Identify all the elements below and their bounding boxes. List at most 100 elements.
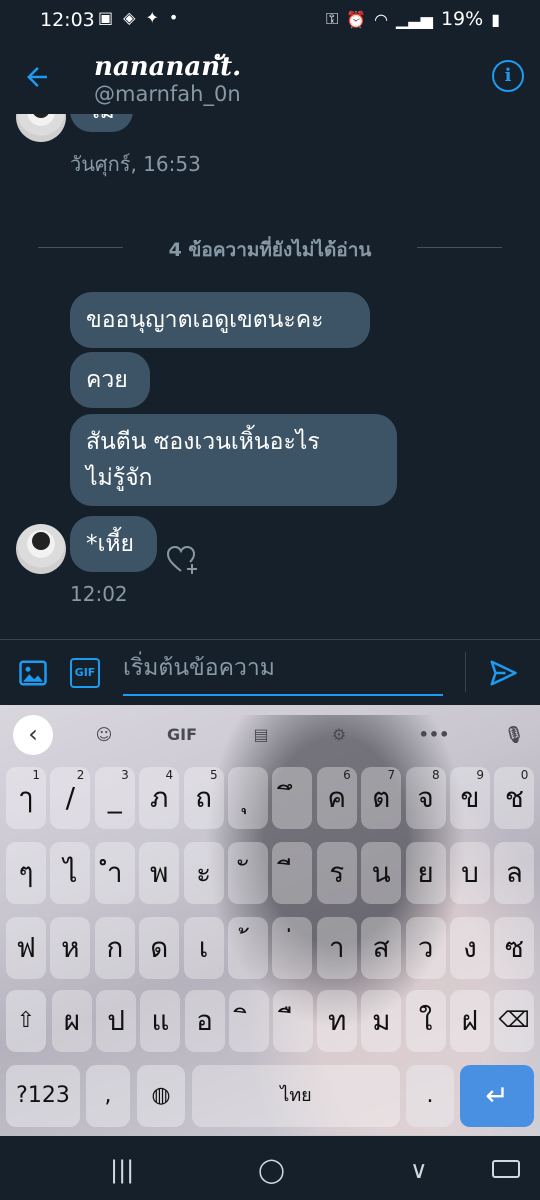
letter-key[interactable]: ึ [272,767,313,829]
space-key[interactable]: ไทย [192,1065,400,1127]
letter-key[interactable]: จ8 [405,767,446,829]
letter-key[interactable]: ผ [52,990,92,1052]
conversation-handle[interactable]: @marnfah_0n [94,82,241,106]
letter-key[interactable]: แ [140,990,181,1052]
collapse-toolbar-icon[interactable]: ‹ [13,715,53,755]
letter-key[interactable]: ร [316,842,357,904]
gallery-icon: ▣ [98,8,114,27]
twitter-icon: ✦ [145,8,159,27]
image-icon[interactable] [18,658,48,688]
letter-key[interactable]: ถ5 [183,767,224,829]
letter-key[interactable]: ย [405,842,446,904]
send-icon[interactable] [488,658,518,688]
status-time: 12:03 [40,9,95,31]
message-bubble[interactable]: ควย [70,352,150,408]
letter-key[interactable]: เ [183,917,224,979]
letter-key[interactable]: ค6 [316,767,357,829]
shift-key[interactable]: ⇧ [6,990,46,1052]
letter-key[interactable]: ต7 [361,767,402,829]
letter-key[interactable]: ส [361,917,402,979]
symbols-key[interactable]: ?123 [6,1065,80,1127]
letter-key[interactable]: ม [361,990,402,1052]
back-arrow-icon[interactable] [22,62,52,92]
letter-key[interactable]: ฟ [6,917,46,979]
letter-key[interactable]: ำ [94,842,135,904]
home-icon[interactable]: ◯ [258,1156,285,1184]
recent-apps-icon[interactable]: ||| [110,1156,134,1184]
letter-key[interactable]: ี [272,842,313,904]
letter-key[interactable]: _ 3 [94,767,135,829]
letter-key[interactable]: ใ [405,990,446,1052]
language-globe-icon[interactable]: ◍ [137,1065,185,1127]
period-key[interactable]: . [406,1065,454,1127]
letter-key[interactable]: ๆ [6,842,46,904]
signal-icon: ▁▃▅ [396,9,433,29]
letter-key[interactable]: ั [228,842,268,904]
avatar[interactable] [16,524,66,574]
letter-key[interactable]: ว [405,917,446,979]
letter-key[interactable]: อ [184,990,225,1052]
letter-key[interactable]: พ [139,842,180,904]
letter-key[interactable]: น [361,842,402,904]
letter-key[interactable]: ล [494,842,535,904]
clipboard-icon[interactable]: ▤ [243,717,279,753]
nav-back-icon[interactable]: ∨ [410,1156,428,1184]
letter-key[interactable]: ท [317,990,358,1052]
keyboard-toolbar: ‹ ☺ GIF ▤ ⚙ ••• 🎙 [0,705,540,763]
letter-key[interactable]: ซ [494,917,535,979]
comma-key[interactable]: , [86,1065,130,1127]
more-options-icon[interactable]: ••• [416,717,452,753]
conversation-title[interactable]: nanananัt. [94,46,241,87]
backspace-key[interactable]: ⌫ [494,990,534,1052]
microphone-icon[interactable]: 🎙 [496,717,532,753]
letter-key[interactable]: ้ [228,917,268,979]
info-icon[interactable]: i [492,60,524,92]
message-input[interactable]: เริ่มต้นข้อความ [123,650,443,696]
letter-key[interactable]: ื [273,990,313,1052]
letter-key[interactable]: /2 [50,767,91,829]
message-bubble[interactable]: *เหี้ย [70,516,157,572]
message-timestamp: วันศุกร์, 16:53 [70,152,201,176]
key-icon: ⚿ [325,9,339,28]
letter-key[interactable]: ุ [228,767,268,829]
letter-key[interactable]: ง [450,917,490,979]
letter-key[interactable]: ่ [272,917,313,979]
letter-key[interactable]: ิ [228,990,269,1052]
compose-bar: GIF เริ่มต้นข้อความ [0,639,540,705]
message-bubble[interactable]: ขออนุญาตเอดูเขตนะคะ [70,292,370,348]
sticker-icon[interactable]: ☺ [86,717,122,753]
keyboard: ‹ ☺ GIF ▤ ⚙ ••• 🎙 ๅ1/2_3ภ4ถ5ุึค6ต7จ8ข9ช0… [0,705,540,1136]
battery-label: 19% [440,8,484,30]
conversation-header: nanananัt. @marnfah_0n i [0,40,540,114]
message-timestamp: 12:02 [70,582,128,606]
status-bar: 12:03 ▣ ◈ ✦ • ⚿ ⏰ ◠ ▁▃▅ 19% ▮ [0,0,540,40]
settings-gear-icon[interactable]: ⚙ [321,717,357,753]
letter-key[interactable]: ด [139,917,180,979]
letter-key[interactable]: ะ [183,842,224,904]
message-list[interactable]: ไม่ วันศุกร์, 16:53 4 ข้อความที่ยังไม่ได… [0,100,540,640]
letter-key[interactable]: ภ4 [139,767,180,829]
battery-icon: ▮ [491,9,500,29]
letter-key[interactable]: ช0 [494,767,535,829]
gif-keyboard-button[interactable]: GIF [164,717,200,753]
message-bubble[interactable]: สันตีน ซองเวนเหิ้นอะไร ไม่รู้จัก [70,414,397,506]
alarm-icon: ⏰ [346,9,367,29]
letter-key[interactable]: ไ [50,842,91,904]
unread-divider: 4 ข้อความที่ยังไม่ได้อ่าน [38,235,502,261]
letter-key[interactable]: ป [96,990,137,1052]
add-reaction-heart-icon[interactable] [166,545,200,575]
letter-key[interactable]: ข9 [450,767,490,829]
system-nav-bar: ||| ◯ ∨ [0,1136,540,1200]
letter-key[interactable]: ๅ1 [6,767,46,829]
letter-key[interactable]: ฝ [449,990,490,1052]
gif-button[interactable]: GIF [70,658,100,688]
letter-key[interactable]: บ [450,842,490,904]
letter-key[interactable]: ก [94,917,135,979]
wifi-icon: ◠ [374,9,389,29]
keyboard-switch-icon[interactable] [492,1160,520,1178]
enter-key[interactable]: ↵ [460,1065,534,1127]
more-notifications-icon: • [168,8,179,27]
notification-icon: ◈ [123,8,136,27]
letter-key[interactable]: ห [50,917,91,979]
letter-key[interactable]: า [316,917,357,979]
